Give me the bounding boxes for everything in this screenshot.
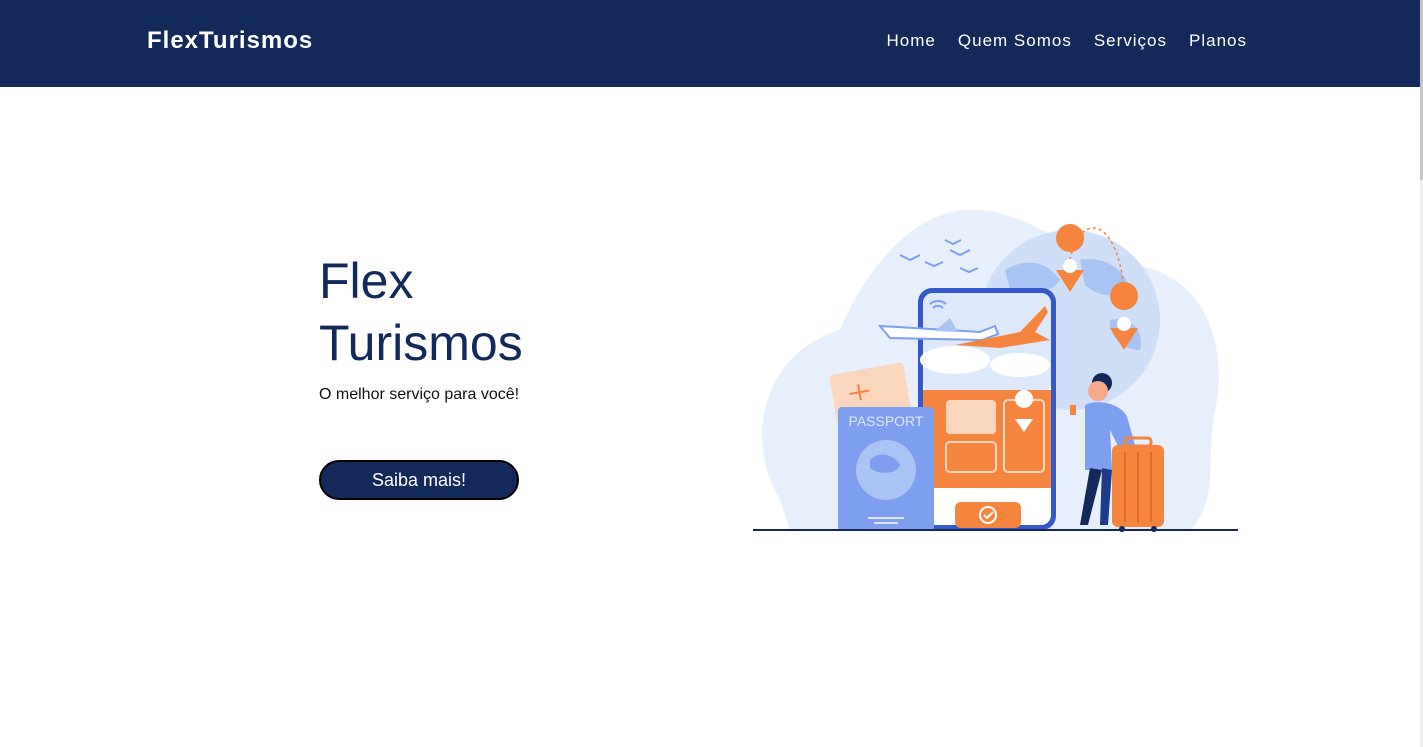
hero-title-line-1: Flex	[319, 253, 414, 309]
nav-link-quem-somos[interactable]: Quem Somos	[958, 31, 1072, 51]
nav-link-home[interactable]: Home	[887, 31, 936, 51]
main-nav: Home Quem Somos Serviços Planos	[865, 31, 1247, 51]
passport-label: PASSPORT	[849, 413, 924, 429]
hero-title-line-2: Turismos	[319, 315, 523, 371]
nav-link-planos[interactable]: Planos	[1189, 31, 1247, 51]
hero-subtitle: O melhor serviço para você!	[319, 386, 520, 403]
hero-title: Flex Turismos	[319, 250, 579, 374]
saiba-mais-button[interactable]: Saiba mais!	[319, 460, 519, 500]
travel-illustration: PASSPORT	[753, 209, 1238, 532]
brand-logo[interactable]: FlexTurismos	[147, 27, 313, 55]
navbar: FlexTurismos Home Quem Somos Serviços Pl…	[0, 0, 1420, 87]
nav-link-servicos[interactable]: Serviços	[1094, 31, 1167, 51]
suitcase-icon	[1112, 436, 1164, 532]
